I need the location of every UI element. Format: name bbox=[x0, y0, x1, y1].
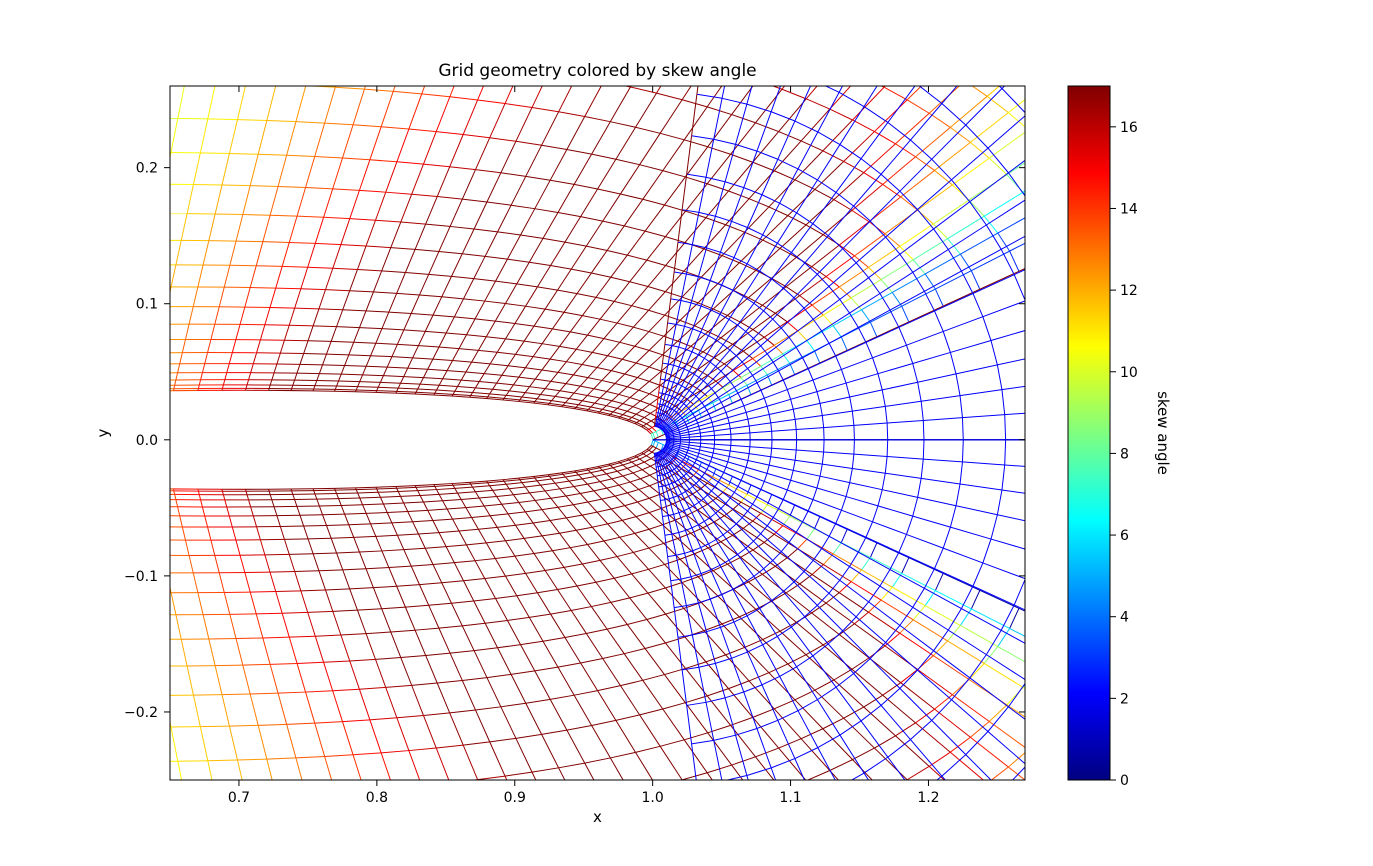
colorbar-tick-label: 8 bbox=[1120, 446, 1129, 462]
colorbar-tick-label: 2 bbox=[1120, 691, 1129, 707]
y-tick-label: 0.2 bbox=[136, 161, 158, 177]
colorbar-tick-label: 10 bbox=[1120, 365, 1138, 381]
y-tick-label: 0.0 bbox=[136, 433, 158, 449]
y-tick-label: −0.2 bbox=[124, 705, 158, 721]
colorbar-label: skew angle bbox=[1154, 391, 1172, 475]
x-tick-label: 1.0 bbox=[642, 790, 664, 806]
x-tick-label: 1.1 bbox=[779, 790, 801, 806]
y-tick-label: −0.1 bbox=[124, 569, 158, 585]
y-axis-label: y bbox=[94, 428, 112, 437]
y-tick-label: 0.1 bbox=[136, 297, 158, 313]
x-tick-label: 1.2 bbox=[917, 790, 939, 806]
colorbar-tick-label: 0 bbox=[1120, 773, 1129, 789]
x-tick-label: 0.9 bbox=[504, 790, 526, 806]
x-tick-label: 0.8 bbox=[366, 790, 388, 806]
colorbar bbox=[1068, 86, 1110, 780]
x-axis-label: x bbox=[593, 808, 602, 826]
x-tick-label: 0.7 bbox=[228, 790, 250, 806]
chart-title: Grid geometry colored by skew angle bbox=[438, 61, 756, 81]
colorbar-tick-label: 12 bbox=[1120, 283, 1138, 299]
colorbar-tick-label: 14 bbox=[1120, 201, 1138, 217]
colorbar-tick-label: 16 bbox=[1120, 120, 1138, 136]
colorbar-tick-label: 4 bbox=[1120, 610, 1129, 626]
colorbar-tick-label: 6 bbox=[1120, 528, 1129, 544]
